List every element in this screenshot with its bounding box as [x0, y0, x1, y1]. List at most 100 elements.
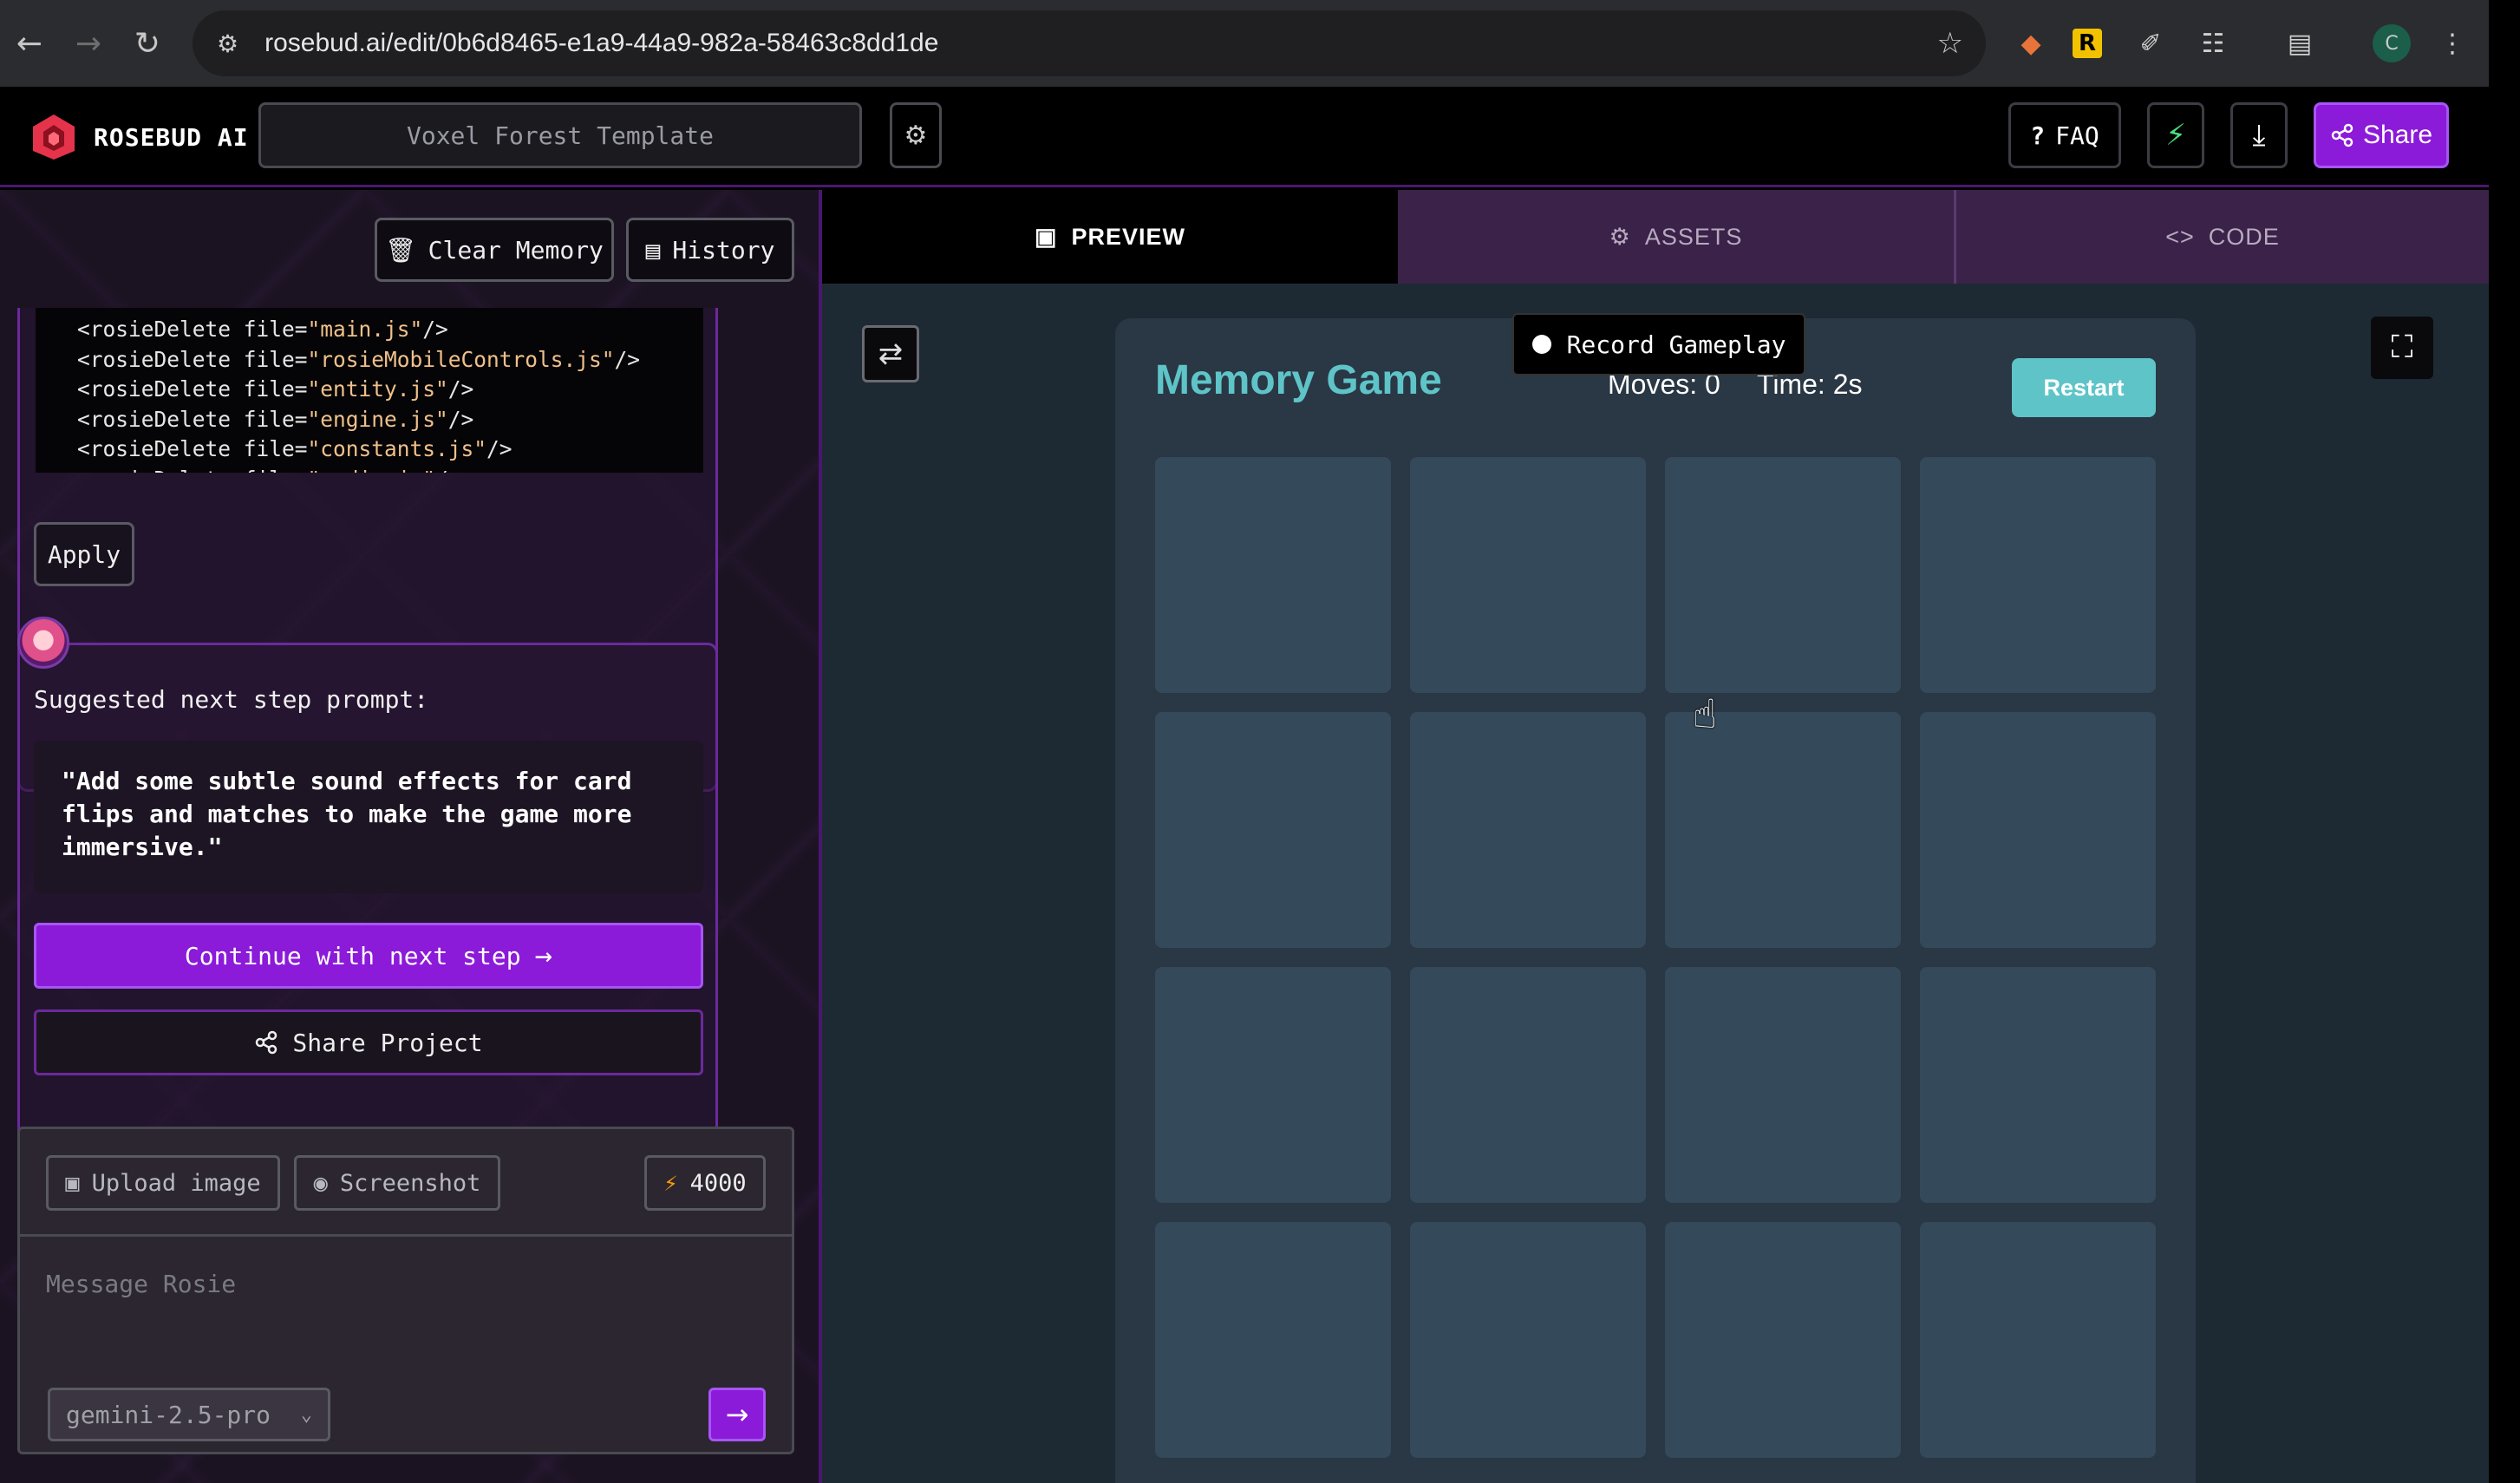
- code-block[interactable]: <rosieDelete file="main.js"/> <rosieDelet…: [36, 308, 703, 473]
- forward-icon[interactable]: →: [64, 19, 113, 68]
- cursor-hand-icon: ☝: [1693, 690, 1718, 737]
- tab-search-icon[interactable]: ▤: [2281, 24, 2319, 62]
- fox-extension-icon[interactable]: ◆: [2012, 24, 2050, 62]
- share-icon: [2331, 123, 2354, 147]
- restart-button[interactable]: Restart: [2012, 358, 2156, 417]
- r-extension-icon[interactable]: R: [2073, 29, 2102, 58]
- memory-card[interactable]: [1410, 1222, 1646, 1458]
- code-token: <rosieDelete file=: [77, 317, 308, 342]
- memory-card[interactable]: [1155, 1222, 1391, 1458]
- extensions-icon[interactable]: ☷: [2194, 24, 2232, 62]
- history-label: History: [672, 235, 775, 265]
- tab-code[interactable]: <> CODE: [1956, 190, 2489, 284]
- app-header: ROSEBUD AI Voxel Forest Template ⚙ ? FAQ…: [0, 87, 2489, 187]
- preview-panel: ▣ PREVIEW ⚙ ASSETS <> CODE ⇄ ⛶ Memory Ga…: [822, 190, 2489, 1483]
- download-button[interactable]: ⤓: [2230, 102, 2288, 168]
- menu-icon[interactable]: ⋮: [2433, 24, 2471, 62]
- trash-icon: 🗑: [385, 235, 416, 265]
- logo[interactable]: ROSEBUD AI: [29, 113, 249, 161]
- memory-card[interactable]: [1155, 967, 1391, 1203]
- share-icon: [256, 1030, 277, 1055]
- history-button[interactable]: ▤ History: [626, 218, 794, 282]
- memory-card[interactable]: [1665, 1222, 1901, 1458]
- code-token: />: [486, 436, 512, 461]
- share-project-label: Share Project: [292, 1028, 483, 1057]
- memory-card[interactable]: [1920, 457, 2156, 693]
- code-token: />: [435, 467, 461, 474]
- code-line: <rosieDelete file="main.js"/>: [77, 315, 703, 345]
- suggestion-text: "Add some subtle sound effects for card …: [34, 741, 703, 893]
- memory-card[interactable]: [1665, 712, 1901, 948]
- code-string: "main.js": [307, 317, 423, 342]
- memory-card[interactable]: [1155, 712, 1391, 948]
- fullscreen-icon: ⛶: [2391, 330, 2413, 365]
- star-icon[interactable]: ☆: [1937, 26, 1963, 61]
- code-token: <rosieDelete file=: [77, 467, 308, 474]
- code-token: <rosieDelete file=: [77, 346, 308, 372]
- upload-image-button[interactable]: ▣ Upload image: [46, 1155, 280, 1211]
- back-icon[interactable]: ←: [5, 19, 54, 68]
- record-icon: [1531, 335, 1551, 354]
- memory-card[interactable]: [1410, 457, 1646, 693]
- image-icon: ▣: [1034, 223, 1058, 250]
- code-token: />: [447, 376, 474, 402]
- rosebud-logo-icon: [33, 114, 75, 160]
- model-select[interactable]: gemini-2.5-pro ⌄: [48, 1388, 330, 1441]
- fullscreen-button[interactable]: ⛶: [2371, 317, 2433, 379]
- swap-layout-button[interactable]: ⇄: [862, 325, 919, 382]
- profile-avatar[interactable]: C: [2373, 24, 2411, 62]
- code-icon: <>: [2165, 223, 2195, 250]
- image-icon: ▣: [65, 1169, 80, 1197]
- history-icon: ▤: [645, 235, 661, 265]
- memory-card[interactable]: [1920, 967, 2156, 1203]
- faq-label: FAQ: [2055, 121, 2099, 150]
- credits-value: 4000: [689, 1169, 747, 1197]
- chat-panel: 🗑 Clear Memory ▤ History <rosieDelete fi…: [0, 190, 822, 1483]
- tab-preview[interactable]: ▣ PREVIEW: [822, 190, 1398, 284]
- code-token: <rosieDelete file=: [77, 376, 308, 402]
- settings-button[interactable]: ⚙: [890, 102, 942, 168]
- credits-badge[interactable]: ⚡ 4000: [644, 1155, 766, 1211]
- reload-icon[interactable]: ↻: [123, 19, 172, 68]
- composer-toolbar: ▣ Upload image ◉ Screenshot ⚡ 4000: [20, 1129, 792, 1237]
- share-button[interactable]: Share: [2314, 102, 2449, 168]
- apply-button[interactable]: Apply: [34, 522, 134, 586]
- swap-icon: ⇄: [878, 336, 904, 371]
- game-title: Memory Game: [1155, 357, 1442, 403]
- clear-memory-button[interactable]: 🗑 Clear Memory: [375, 218, 614, 282]
- memory-card[interactable]: [1155, 457, 1391, 693]
- address-bar[interactable]: ⚙ rosebud.ai/edit/0b6d8465-e1a9-44a9-982…: [193, 10, 1986, 76]
- memory-card[interactable]: [1920, 1222, 2156, 1458]
- memory-card[interactable]: [1410, 712, 1646, 948]
- bolt-button[interactable]: ⚡: [2147, 102, 2204, 168]
- message-input[interactable]: [46, 1258, 771, 1310]
- camera-icon: ◉: [313, 1169, 328, 1197]
- upload-label: Upload image: [91, 1169, 261, 1197]
- memory-card[interactable]: [1665, 457, 1901, 693]
- memory-card[interactable]: [1920, 712, 2156, 948]
- pen-extension-icon[interactable]: ✐: [2132, 24, 2170, 62]
- tab-assets[interactable]: ⚙ ASSETS: [1398, 190, 1956, 284]
- game-canvas[interactable]: Memory Game Moves: 0 Time: 2s Restart Re…: [1115, 313, 2196, 1483]
- record-gameplay-button[interactable]: Record Gameplay: [1512, 313, 1805, 376]
- send-button[interactable]: →: [708, 1388, 766, 1441]
- code-token: <rosieDelete file=: [77, 406, 308, 432]
- share-project-button[interactable]: Share Project: [34, 1009, 703, 1075]
- faq-button[interactable]: ? FAQ: [2008, 102, 2121, 168]
- project-title-field[interactable]: Voxel Forest Template: [258, 102, 862, 168]
- message-composer: ▣ Upload image ◉ Screenshot ⚡ 4000 gemin…: [17, 1127, 794, 1454]
- memory-card[interactable]: [1665, 967, 1901, 1203]
- browser-chrome: ← → ↻ ⚙ rosebud.ai/edit/0b6d8465-e1a9-44…: [0, 0, 2489, 87]
- rosie-avatar: [17, 617, 69, 669]
- code-line: <rosieDelete file="rosieMobileControls.j…: [77, 345, 703, 376]
- record-label: Record Gameplay: [1566, 330, 1786, 359]
- code-token: <rosieDelete file=: [77, 436, 308, 461]
- continue-next-step-button[interactable]: Continue with next step →: [34, 923, 703, 989]
- screenshot-button[interactable]: ◉ Screenshot: [294, 1155, 500, 1211]
- tab-preview-label: PREVIEW: [1071, 223, 1186, 250]
- memory-card[interactable]: [1410, 967, 1646, 1203]
- site-info-icon[interactable]: ⚙: [217, 29, 238, 58]
- url-text: rosebud.ai/edit/0b6d8465-e1a9-44a9-982a-…: [264, 29, 939, 57]
- clear-memory-label: Clear Memory: [428, 235, 604, 265]
- arrow-right-icon: →: [725, 1398, 749, 1431]
